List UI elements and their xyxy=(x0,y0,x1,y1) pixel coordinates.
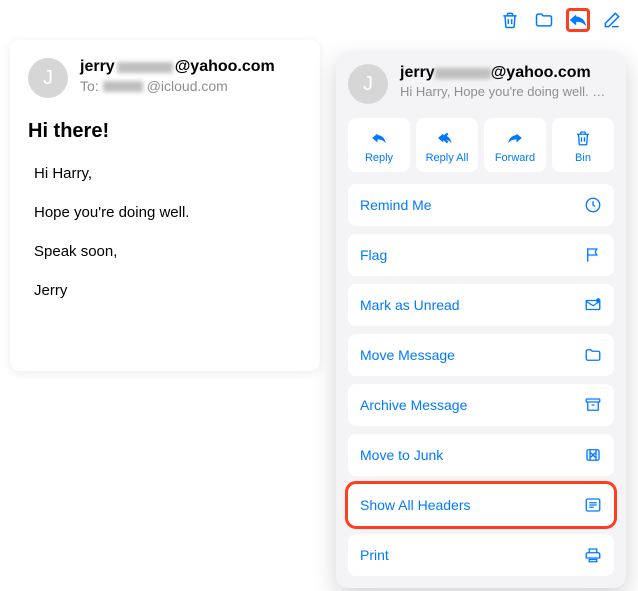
forward-button[interactable]: Forward xyxy=(484,118,546,172)
reply-icon xyxy=(350,128,408,148)
archive-icon xyxy=(584,396,602,414)
reply-all-button[interactable]: Reply All xyxy=(416,118,478,172)
compose-icon xyxy=(602,10,622,30)
body-line: Speak soon, xyxy=(34,243,302,260)
from-suffix: @yahoo.com xyxy=(491,64,591,82)
from-prefix: jerry xyxy=(400,64,435,82)
menu-list: Remind Me Flag Mark as Unread Move Messa… xyxy=(348,184,614,576)
menu-archive-message[interactable]: Archive Message xyxy=(348,384,614,426)
email-body: Hi Harry, Hope you're doing well. Speak … xyxy=(28,165,302,299)
popup-from-address: jerry @yahoo.com xyxy=(400,64,605,82)
bin-label: Bin xyxy=(554,152,612,164)
to-suffix: @icloud.com xyxy=(147,78,228,94)
forward-label: Forward xyxy=(486,152,544,164)
menu-remind-me[interactable]: Remind Me xyxy=(348,184,614,226)
redacted-text xyxy=(435,68,491,79)
forward-icon xyxy=(486,128,544,148)
action-row: Reply Reply All Forward Bin xyxy=(348,118,614,172)
menu-label: Print xyxy=(360,547,389,563)
reply-all-icon xyxy=(418,128,476,148)
menu-label: Archive Message xyxy=(360,397,467,413)
folder-icon xyxy=(534,10,554,30)
trash-icon xyxy=(500,10,520,30)
menu-label: Remind Me xyxy=(360,197,432,213)
trash-icon xyxy=(554,128,612,148)
clock-icon xyxy=(584,196,602,214)
menu-label: Show All Headers xyxy=(360,497,471,513)
redacted-text xyxy=(117,62,173,73)
body-line: Hope you're doing well. xyxy=(34,204,302,221)
menu-label: Move Message xyxy=(360,347,455,363)
print-icon xyxy=(584,546,602,564)
menu-move-message[interactable]: Move Message xyxy=(348,334,614,376)
toolbar-move-button[interactable] xyxy=(532,8,556,32)
email-card: J jerry @yahoo.com To: @icloud.com Hi the… xyxy=(10,40,320,371)
email-subject: Hi there! xyxy=(28,120,302,143)
flag-icon xyxy=(584,246,602,264)
junk-icon xyxy=(584,446,602,464)
reply-all-label: Reply All xyxy=(418,152,476,164)
reply-icon xyxy=(567,9,589,31)
menu-label: Flag xyxy=(360,247,387,263)
to-label: To: xyxy=(80,78,99,94)
body-line: Jerry xyxy=(34,282,302,299)
menu-flag[interactable]: Flag xyxy=(348,234,614,276)
menu-show-all-headers[interactable]: Show All Headers xyxy=(348,484,614,526)
email-header: J jerry @yahoo.com To: @icloud.com xyxy=(28,58,302,98)
popup-header: J jerry @yahoo.com Hi Harry, Hope you're … xyxy=(348,64,614,104)
popup-preview-text: Hi Harry, Hope you're doing well. … xyxy=(400,84,605,99)
to-address: To: @icloud.com xyxy=(80,78,275,94)
body-line: Hi Harry, xyxy=(34,165,302,182)
menu-print[interactable]: Print xyxy=(348,534,614,576)
menu-mark-unread[interactable]: Mark as Unread xyxy=(348,284,614,326)
headers-icon xyxy=(584,496,602,514)
reply-label: Reply xyxy=(350,152,408,164)
toolbar xyxy=(498,8,624,32)
from-address: jerry @yahoo.com xyxy=(80,58,275,76)
reply-button[interactable]: Reply xyxy=(348,118,410,172)
bin-button[interactable]: Bin xyxy=(552,118,614,172)
from-suffix: @yahoo.com xyxy=(175,58,275,76)
toolbar-trash-button[interactable] xyxy=(498,8,522,32)
redacted-text xyxy=(103,81,143,92)
avatar: J xyxy=(348,64,388,104)
reply-menu-popup: J jerry @yahoo.com Hi Harry, Hope you're … xyxy=(336,52,626,588)
toolbar-compose-button[interactable] xyxy=(600,8,624,32)
toolbar-reply-button[interactable] xyxy=(566,8,590,32)
menu-label: Move to Junk xyxy=(360,447,443,463)
envelope-icon xyxy=(584,296,602,314)
from-prefix: jerry xyxy=(80,58,115,76)
folder-icon xyxy=(584,346,602,364)
menu-move-to-junk[interactable]: Move to Junk xyxy=(348,434,614,476)
menu-label: Mark as Unread xyxy=(360,297,460,313)
avatar: J xyxy=(28,58,68,98)
